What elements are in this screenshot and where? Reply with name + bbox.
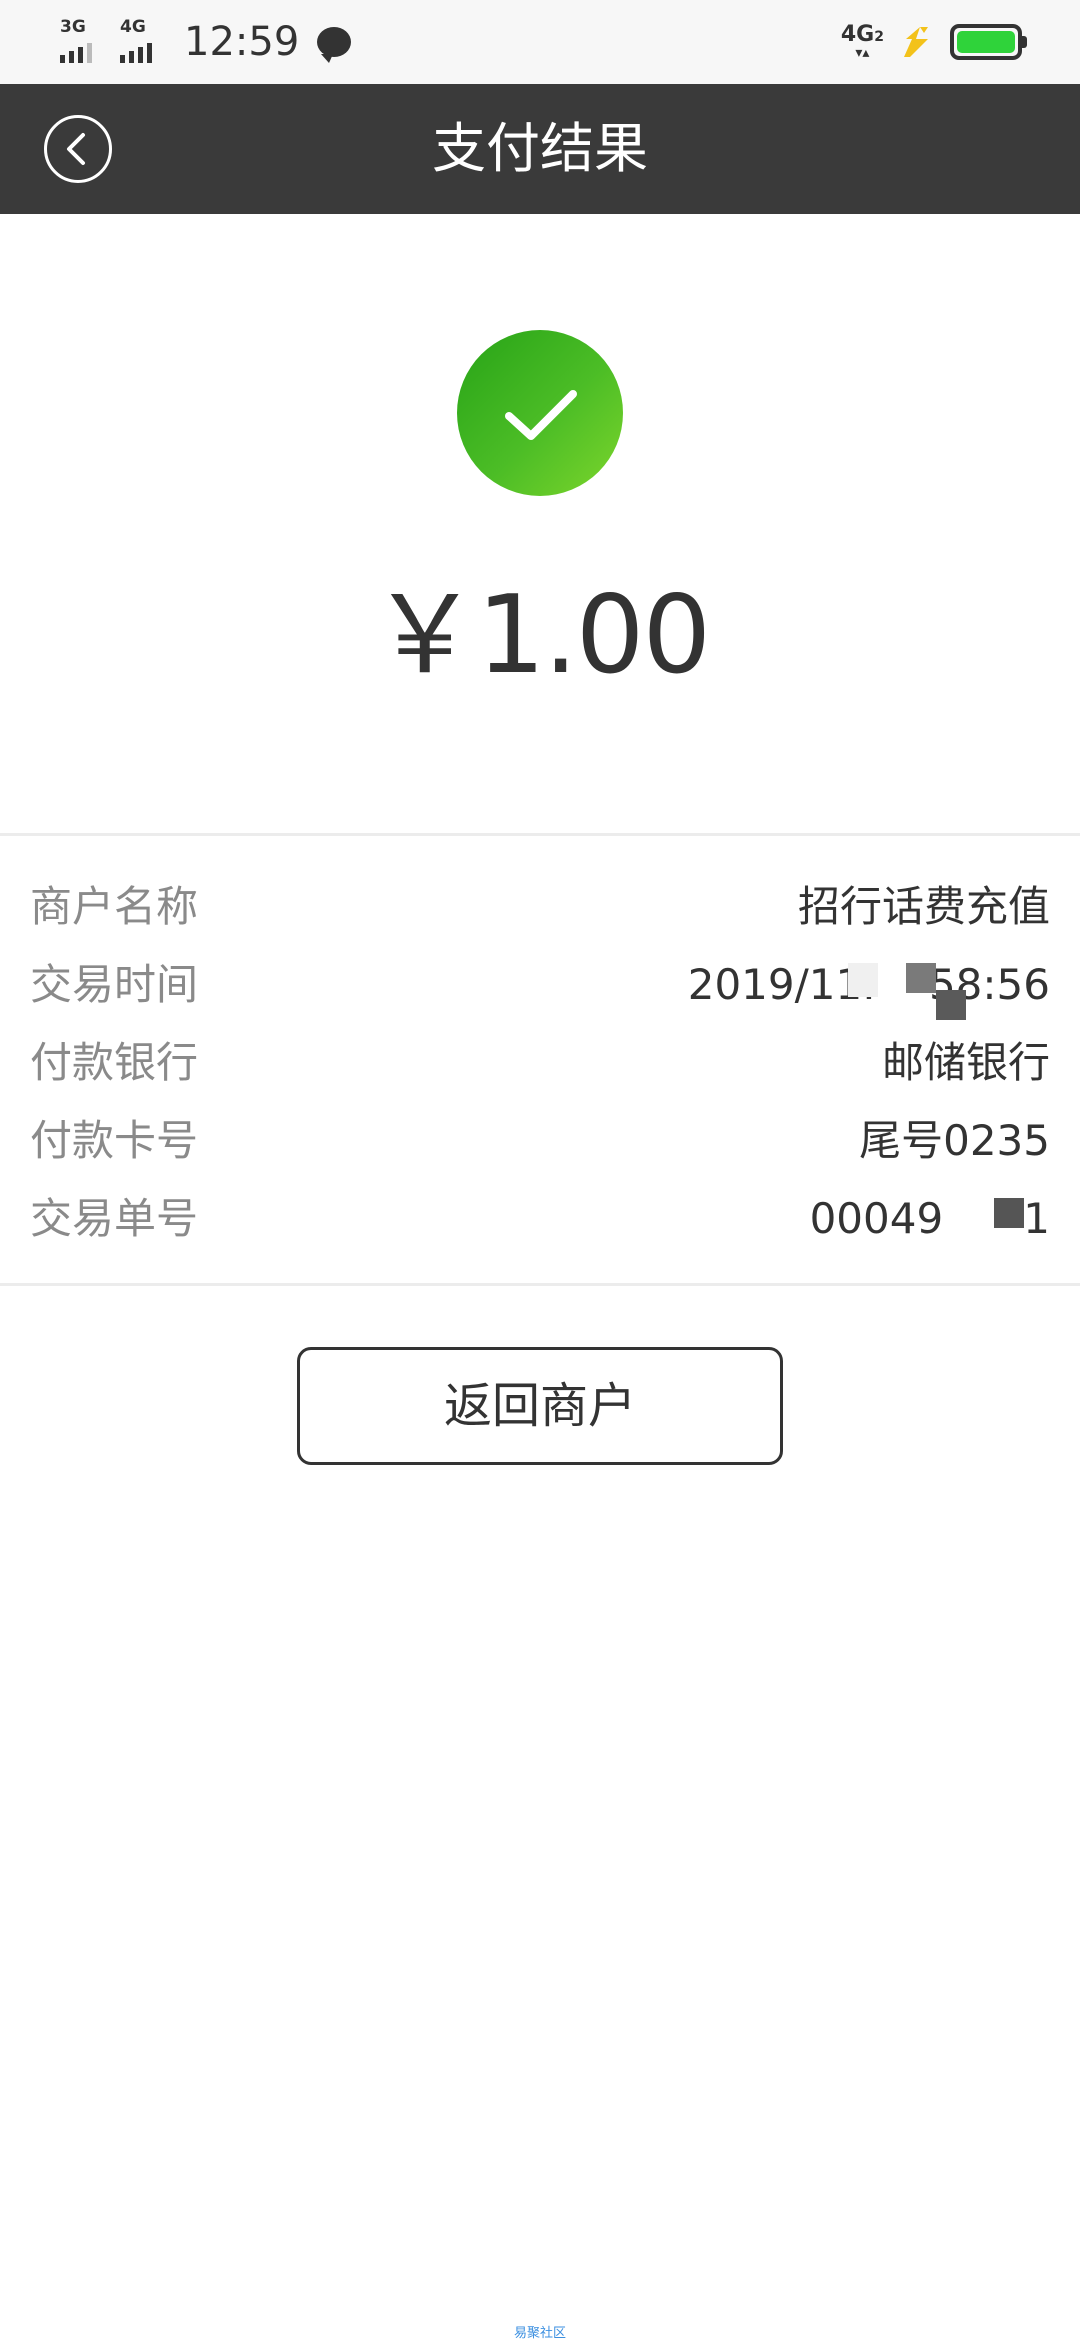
signal-sim1-icon: 3G — [58, 17, 106, 67]
battery-icon — [950, 24, 1027, 60]
checkmark-icon — [505, 390, 577, 440]
redaction-mask — [906, 963, 936, 993]
network-4g-icon: 4G2 ▾▴ — [840, 22, 884, 61]
chat-notification-icon — [317, 27, 352, 63]
detail-row-merchant: 商户名称 招行话费充值 — [0, 868, 1080, 946]
divider-bottom — [0, 1283, 1080, 1286]
detail-label: 交易单号 — [30, 1194, 199, 1243]
status-bar: 3G 4G 12:59 4G2 ▾▴ — [0, 0, 1080, 84]
header-bar: 支付结果 — [0, 84, 1080, 214]
sim2-network-label: 4G — [120, 17, 146, 37]
page-title: 支付结果 — [432, 117, 648, 180]
detail-value: 招行话费充值 — [797, 882, 1050, 931]
detail-row-card: 付款卡号 尾号0235 — [0, 1102, 1080, 1180]
detail-value: 邮储银行 — [881, 1038, 1050, 1087]
detail-row-bank: 付款银行 邮储银行 — [0, 1024, 1080, 1102]
status-bar-left: 3G 4G 12:59 — [58, 14, 352, 70]
check-circle-icon — [457, 330, 623, 496]
return-to-merchant-button[interactable]: 返回商户 — [297, 1347, 783, 1465]
detail-label: 商户名称 — [30, 882, 199, 931]
status-bar-right: 4G2 ▾▴ — [840, 14, 1027, 70]
redaction-mask — [994, 1198, 1024, 1228]
detail-row-order-id: 交易单号 00049 1 — [0, 1180, 1080, 1258]
divider-top — [0, 833, 1080, 836]
detail-label: 付款卡号 — [30, 1116, 199, 1165]
sim1-network-label: 3G — [60, 17, 86, 37]
right-network-label: 4G — [840, 22, 875, 47]
redaction-mask — [936, 990, 966, 1020]
redaction-mask — [848, 963, 878, 997]
status-time: 12:59 — [184, 19, 300, 65]
right-network-sub: 2 — [874, 29, 884, 45]
detail-label: 交易时间 — [30, 960, 199, 1009]
detail-label: 付款银行 — [30, 1038, 199, 1087]
footer-watermark: 易聚社区 — [513, 2326, 566, 2341]
detail-value: 尾号0235 — [859, 1116, 1050, 1165]
charging-bolt-icon — [904, 27, 928, 57]
signal-sim2-icon: 4G — [118, 17, 166, 67]
payment-amount: ￥1.00 — [370, 573, 711, 698]
